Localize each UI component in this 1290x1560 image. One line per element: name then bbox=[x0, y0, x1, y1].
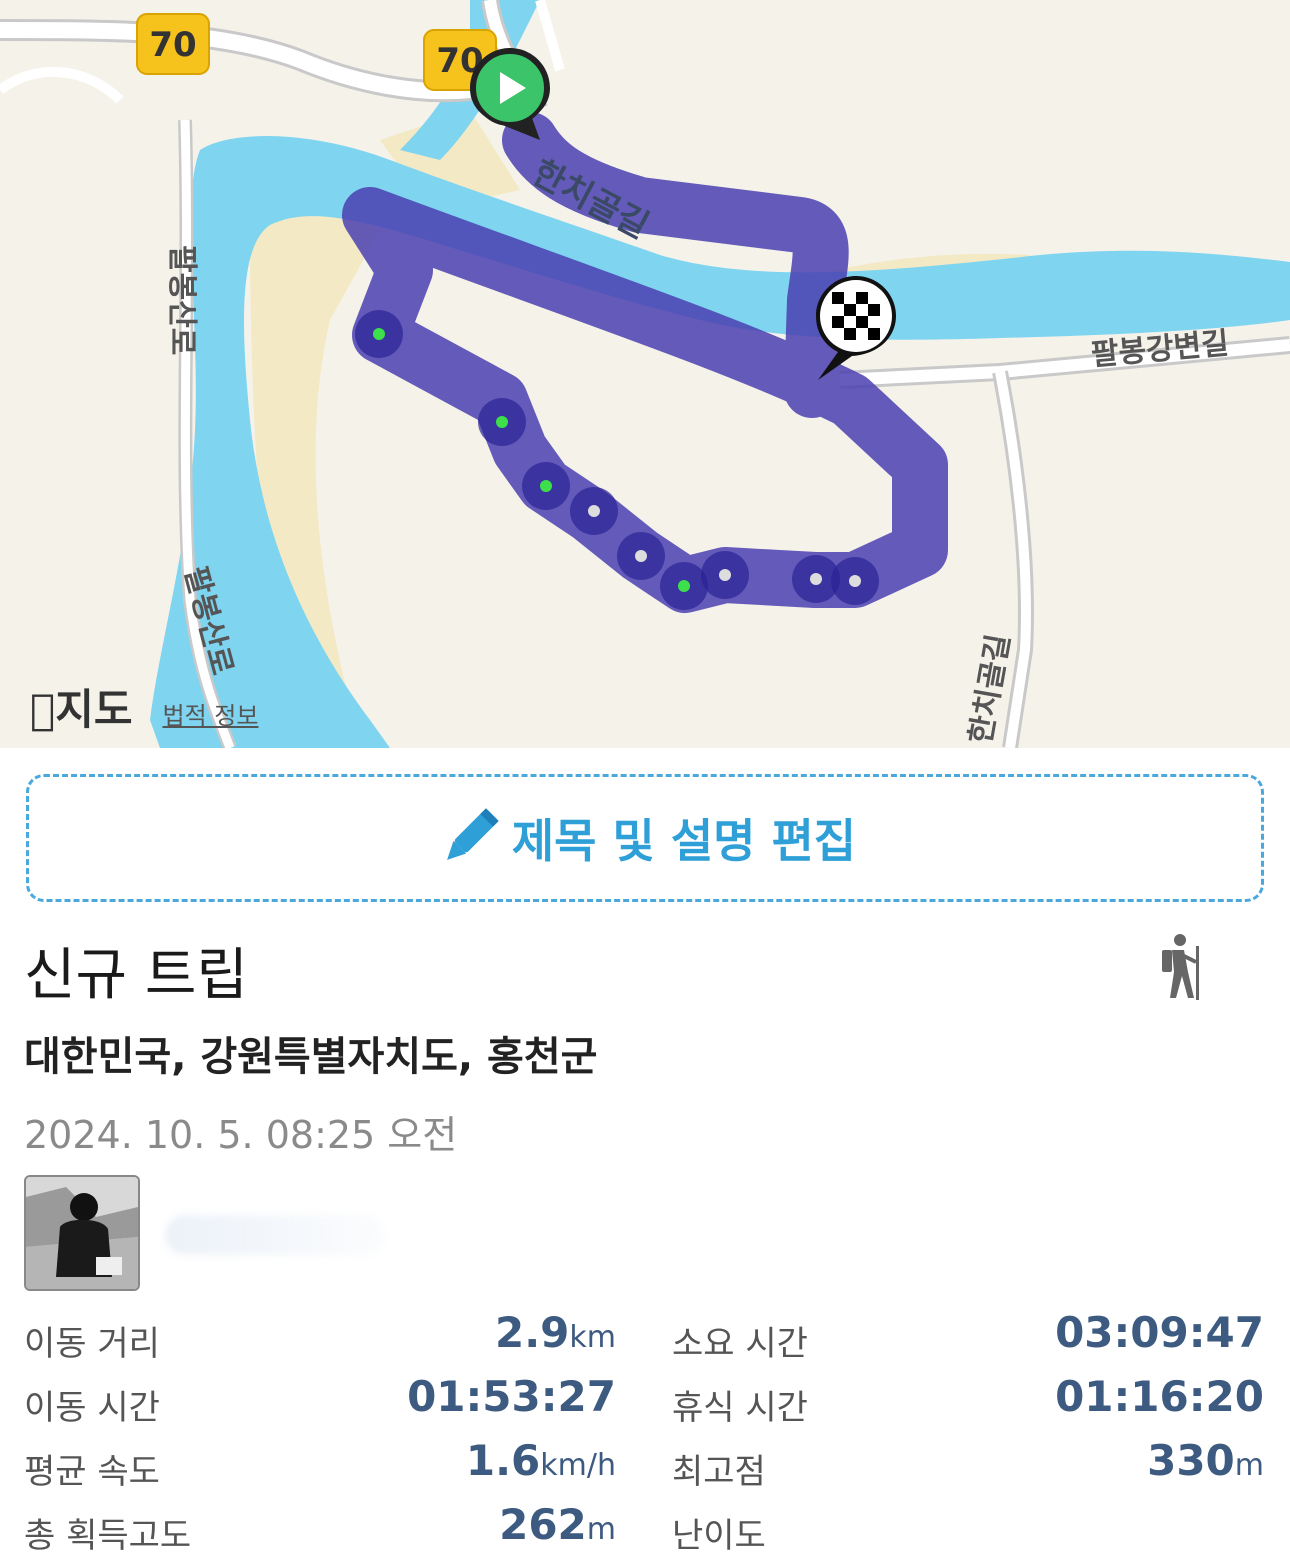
stat-value-avg-speed: 1.6km/h bbox=[465, 1436, 616, 1485]
stat-value-max-altitude: 330m bbox=[1147, 1436, 1264, 1485]
apple-maps-logo: 지도 bbox=[30, 685, 133, 734]
legal-info-link[interactable]: 법적 정보 bbox=[163, 696, 259, 731]
stat-label-avg-speed: 평균 속도 bbox=[24, 1452, 160, 1492]
stat-value-distance: 2.9km bbox=[494, 1308, 616, 1357]
stat-label-difficulty: 난이도 bbox=[672, 1516, 766, 1556]
edit-title-description-button[interactable]: 제목 및 설명 편집 bbox=[26, 774, 1264, 902]
stat-value-rest-time: 01:16:20 bbox=[1055, 1372, 1264, 1421]
hiker-icon bbox=[1158, 932, 1208, 1006]
map-canvas: 70 70 한치골길 팔봉강변길 팔봉산로 팔봉산로 한치골길 bbox=[0, 0, 1290, 748]
map-attribution: 지도 법적 정보 bbox=[30, 676, 258, 737]
route-shield-1: 70 bbox=[136, 13, 210, 75]
username-blurred bbox=[165, 1215, 385, 1255]
stat-label-duration: 소요 시간 bbox=[672, 1324, 808, 1364]
stat-label-elevation-gain: 총 획득고도 bbox=[24, 1516, 192, 1556]
svg-text:70: 70 bbox=[149, 25, 196, 65]
avatar[interactable] bbox=[24, 1175, 140, 1291]
stat-value-moving-time: 01:53:27 bbox=[407, 1372, 616, 1421]
stat-value-duration: 03:09:47 bbox=[1055, 1308, 1264, 1357]
stat-value-elevation-gain: 262m bbox=[499, 1500, 616, 1549]
stat-label-rest-time: 휴식 시간 bbox=[672, 1388, 808, 1428]
stat-label-moving-time: 이동 시간 bbox=[24, 1388, 160, 1428]
pencil-icon bbox=[446, 808, 499, 860]
trip-title: 신규 트립 bbox=[24, 943, 248, 1008]
edit-label: 제목 및 설명 편집 bbox=[511, 814, 857, 868]
stat-label-distance: 이동 거리 bbox=[24, 1324, 160, 1364]
map-view[interactable]: 70 70 한치골길 팔봉강변길 팔봉산로 팔봉산로 한치골길 지도 법적 정보 bbox=[0, 0, 1290, 748]
trip-location: 대한민국, 강원특별자치도, 홍천군 bbox=[24, 1034, 598, 1080]
trip-datetime: 2024. 10. 5. 08:25 오전 bbox=[24, 1113, 458, 1157]
road-label-palbongsan-upper: 팔봉산로 bbox=[164, 245, 199, 355]
stat-label-max-altitude: 최고점 bbox=[672, 1452, 766, 1492]
